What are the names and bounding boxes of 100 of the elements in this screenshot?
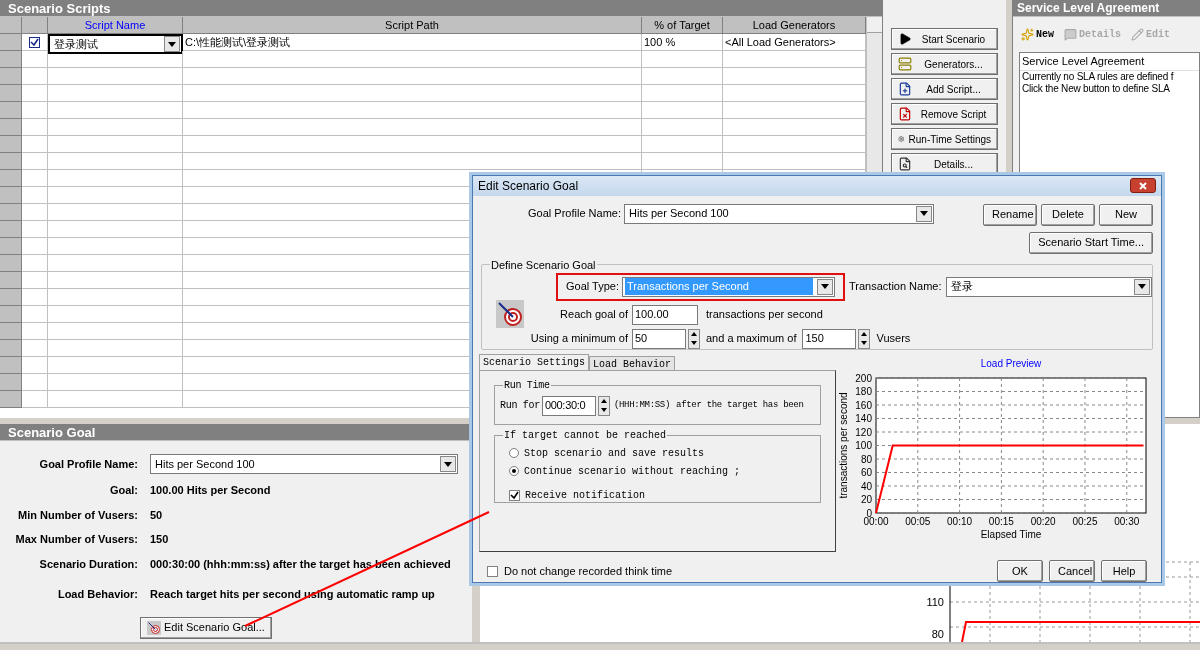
y-tick-label: 100 (855, 439, 872, 451)
column-header[interactable]: Script Name (48, 17, 183, 34)
row-header[interactable] (0, 170, 22, 187)
y-tick-label: 140 (855, 412, 872, 424)
corner-cell (0, 17, 22, 34)
row-header[interactable] (0, 221, 22, 238)
row-header[interactable] (0, 255, 22, 272)
sparkle-icon (1021, 28, 1034, 41)
table-cell (22, 187, 48, 204)
dialog-button[interactable]: OK (997, 560, 1043, 582)
toolbar-button[interactable]: Start Scenario (891, 28, 998, 50)
select-value: 登录测试 (53, 36, 99, 52)
run-time-field[interactable]: 000:30:0 (541, 395, 596, 416)
toolbar-button[interactable]: Run-Time Settings (891, 128, 998, 150)
table-cell (22, 289, 48, 306)
row-header[interactable] (0, 136, 22, 153)
field-label: Scenario Duration: (38, 556, 138, 572)
max-vusers-field[interactable]: 150 (802, 328, 857, 349)
field-label: Run for (500, 399, 540, 414)
edit-goal-button[interactable]: Edit Scenario Goal... (140, 616, 272, 639)
row-header[interactable] (0, 357, 22, 374)
row-header[interactable] (0, 119, 22, 136)
list-text: Currently no SLA rules are defined f (1021, 70, 1175, 83)
tab[interactable]: Scenario Settings (479, 353, 590, 370)
table-cell: C:\性能测试\登录测试 (183, 34, 642, 51)
field-label: Max Number of Vusers: (14, 532, 138, 547)
row-header[interactable] (0, 204, 22, 221)
start-time-button[interactable]: Scenario Start Time... (1029, 231, 1153, 254)
table-cell (22, 374, 48, 391)
spin-arrows-icon[interactable] (688, 328, 700, 349)
horizontal-scrollbar[interactable] (0, 642, 1200, 644)
field-value: 100.00 Hits per Second (150, 483, 271, 498)
table-cell (22, 238, 48, 255)
row-header[interactable] (0, 374, 22, 391)
select-value: 登录 (949, 279, 974, 295)
checkbox[interactable] (509, 489, 520, 501)
reach-goal-field[interactable]: 100.00 (632, 304, 698, 325)
row-header[interactable] (0, 68, 22, 85)
checkbox[interactable] (29, 36, 40, 48)
row-header[interactable] (0, 187, 22, 204)
row-header[interactable] (0, 102, 22, 119)
field-value: 150 (150, 532, 169, 547)
field-value: 000:30:00 (hhh:mm:ss) after the target has been achieved (150, 556, 451, 572)
column-header[interactable]: Script Path (183, 17, 642, 34)
dialog-button[interactable]: Rename (983, 203, 1037, 226)
spin-arrows-icon[interactable] (597, 395, 610, 416)
table-cell (22, 136, 48, 153)
row-header[interactable] (0, 340, 22, 357)
toolbar-button[interactable]: Generators... (891, 53, 998, 75)
x-tick-label: 00:25 (1072, 515, 1098, 527)
min-vusers-field[interactable]: 50 (632, 328, 686, 349)
spin-arrows-icon[interactable] (858, 328, 871, 349)
row-header[interactable] (0, 153, 22, 170)
dialog-button[interactable]: Help (1101, 560, 1147, 582)
unit-label: transactions per second (705, 307, 823, 323)
transaction-select[interactable]: 登录 (945, 276, 1152, 297)
table-cell (22, 255, 48, 272)
select-value: Hits per Second 100 (154, 456, 256, 472)
field-label: Transaction Name: (849, 279, 942, 295)
field-label: Goal Profile Name: (527, 206, 621, 222)
row-header[interactable] (0, 34, 22, 51)
goal-profile-select[interactable]: Hits per Second 100 (624, 203, 934, 224)
script-name-select[interactable]: 登录测试 (48, 34, 183, 54)
dialog-button[interactable]: New (1099, 203, 1153, 226)
column-header[interactable]: % of Target (642, 17, 723, 34)
field-label: Load Behavior: (56, 587, 138, 602)
row-header[interactable] (0, 289, 22, 306)
row-header[interactable] (0, 238, 22, 255)
checkbox-label: Do not change recorded think time (504, 563, 673, 579)
row-header[interactable] (0, 272, 22, 289)
select-value: Hits per Second 100 (628, 206, 730, 222)
table-cell (22, 102, 48, 119)
dialog-button[interactable]: Cancel (1049, 560, 1095, 582)
radio-button[interactable] (509, 466, 519, 477)
goal-profile-select[interactable]: Hits per Second 100 (150, 454, 458, 474)
radio-label: Stop scenario and save results (524, 446, 705, 461)
row-header[interactable] (0, 391, 22, 408)
toolbar-button[interactable]: Remove Script (891, 103, 998, 125)
tab[interactable]: Load Behavior (589, 355, 676, 370)
toolbar-button[interactable]: Details... (891, 153, 998, 175)
column-header[interactable]: Load Generators (723, 17, 866, 34)
checkbox[interactable] (487, 565, 498, 577)
row-header[interactable] (0, 51, 22, 68)
row-header[interactable] (0, 306, 22, 323)
field-label: Reach goal of (559, 307, 628, 323)
select-value: Transactions per Second (625, 278, 813, 295)
close-button[interactable] (1130, 178, 1156, 194)
x-tick-label: 00:05 (905, 515, 931, 527)
field-value: 50 (150, 507, 163, 523)
field-label: Min Number of Vusers: (17, 507, 138, 523)
table-cell (22, 272, 48, 289)
toolbar-button[interactable]: Add Script... (891, 78, 998, 100)
table-cell (22, 391, 48, 408)
x-tick-label: 00:10 (947, 515, 973, 527)
radio-button[interactable] (509, 448, 519, 459)
row-header[interactable] (0, 323, 22, 340)
sla-toolbar-button[interactable]: New (1021, 27, 1054, 42)
row-header[interactable] (0, 85, 22, 102)
dialog-button[interactable]: Delete (1041, 203, 1095, 226)
axis-tick-label: 80 (931, 628, 944, 640)
